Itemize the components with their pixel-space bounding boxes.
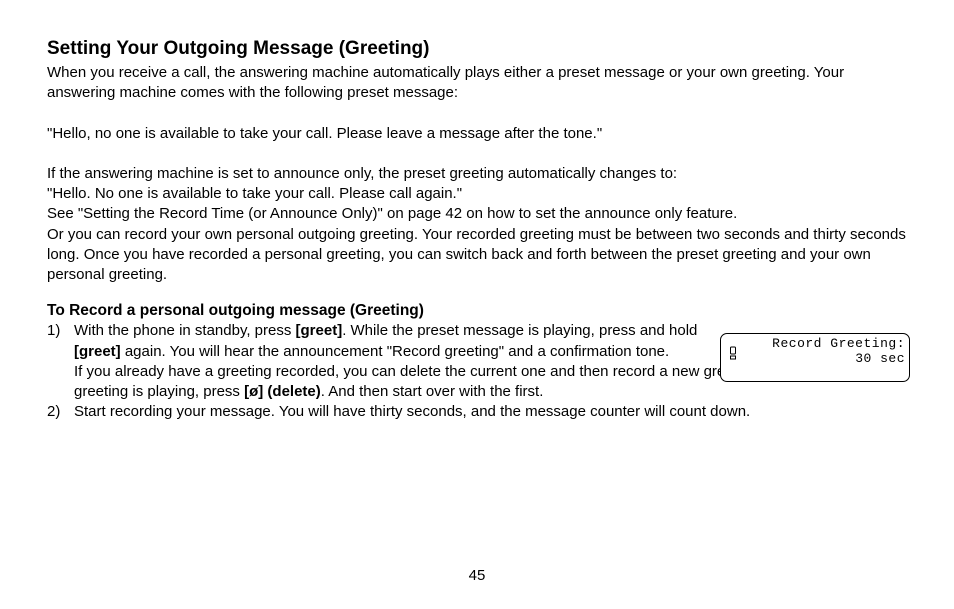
intro-paragraph-1: When you receive a call, the answering m…: [47, 63, 909, 104]
page-number: 45: [0, 567, 954, 584]
key-delete: [ø] (delete): [244, 383, 321, 400]
lcd-text: Record Greeting: 30 sec: [772, 337, 905, 367]
spacer: [47, 104, 909, 124]
key-greet: [greet]: [296, 322, 343, 339]
step-number: 2): [47, 402, 74, 422]
record-own-paragraph: Or you can record your own personal outg…: [47, 225, 909, 286]
subsection-heading: To Record a personal outgoing message (G…: [47, 302, 909, 320]
announce-only-line-1: If the answering machine is set to annou…: [47, 164, 909, 184]
lcd-line-2: 30 sec: [855, 351, 905, 366]
spacer: [47, 144, 909, 164]
step-number: 1): [47, 321, 74, 402]
announce-only-quote: "Hello. No one is available to take your…: [47, 184, 909, 204]
lcd-line-1: Record Greeting:: [772, 336, 905, 351]
text-run: . While the preset message is playing, p…: [342, 322, 697, 339]
step-2: 2) Start recording your message. You wil…: [47, 402, 909, 422]
text-run: . And then start over with the first.: [321, 383, 544, 400]
lcd-display: Record Greeting: 30 sec: [720, 333, 910, 382]
text-run: again. You will hear the announcement "R…: [121, 343, 670, 360]
preset-message-quote: "Hello, no one is available to take your…: [47, 124, 909, 144]
lcd-icon: [729, 346, 737, 365]
step-1-main: With the phone in standby, press [greet]…: [74, 321, 729, 362]
step-2-content: Start recording your message. You will h…: [74, 402, 909, 422]
see-reference: See "Setting the Record Time (or Announc…: [47, 204, 909, 224]
section-heading: Setting Your Outgoing Message (Greeting): [47, 38, 909, 60]
text-run: With the phone in standby, press: [74, 322, 296, 339]
key-greet: [greet]: [74, 343, 121, 360]
